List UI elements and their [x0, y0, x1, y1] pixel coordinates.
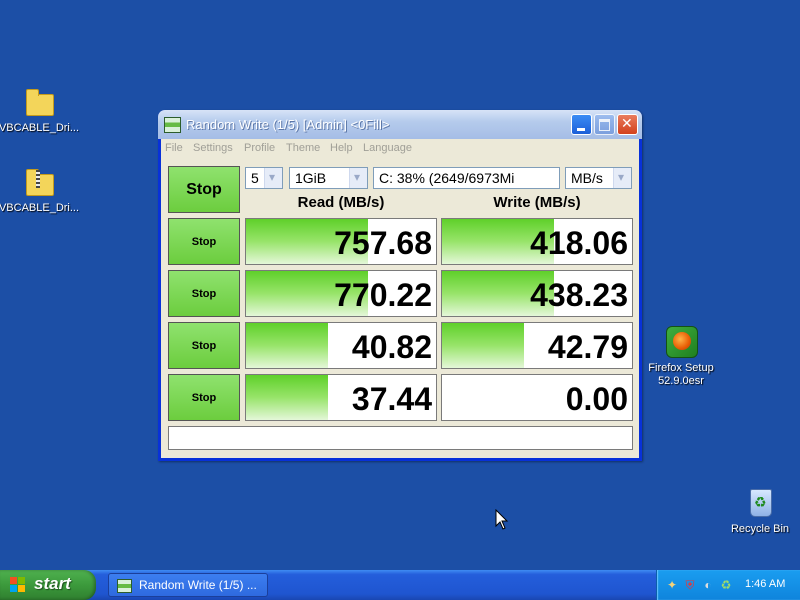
taskbar: start Random Write (1/5) ... ✦ ⛨ ◐ ♻ 1:4…	[0, 570, 800, 600]
read-meter-row-2: 770.22	[245, 270, 437, 317]
read-value: 757.68	[334, 225, 432, 261]
start-button[interactable]: start	[0, 570, 96, 600]
menu-profile[interactable]: Profile	[244, 142, 275, 154]
maximize-button	[594, 114, 615, 135]
app-icon[interactable]	[164, 117, 181, 133]
menu-settings[interactable]: Settings	[193, 142, 233, 154]
unit-select[interactable]: MB/s	[565, 167, 632, 189]
write-value: 418.06	[530, 225, 628, 261]
menu-language[interactable]: Language	[363, 142, 412, 154]
desktop-icon-label: Firefox Setup	[648, 362, 714, 374]
read-meter-row-4: 37.44	[245, 374, 437, 421]
chevron-down-icon[interactable]	[264, 168, 282, 188]
tray-shield-icon[interactable]: ◐	[701, 578, 715, 592]
write-meter-row-2: 438.23	[441, 270, 633, 317]
write-value: 42.79	[547, 329, 628, 365]
read-value: 37.44	[351, 381, 432, 417]
desktop-icon-vbcable-folder[interactable]: VBCABLE_Dri...	[0, 86, 84, 135]
window-client: File Settings Profile Theme Help Languag…	[161, 139, 639, 458]
desktop-icon-vbcable-zip[interactable]: VBCABLE_Dri...	[0, 166, 84, 215]
test-count-select[interactable]: 5	[245, 167, 283, 189]
desktop-icon-label: VBCABLE_Dri...	[0, 202, 80, 214]
read-fill	[246, 323, 328, 368]
read-meter-row-1: 757.68	[245, 218, 437, 265]
drive-select[interactable]: C: 38% (2649/6973Mi	[373, 167, 560, 189]
menu-file[interactable]: File	[165, 142, 183, 154]
read-fill	[246, 375, 328, 420]
mouse-cursor-icon	[495, 509, 509, 530]
write-header: Write (MB/s)	[493, 194, 581, 211]
taskbar-item-label: Random Write (1/5) ...	[139, 578, 257, 592]
firefox-setup-icon	[665, 326, 698, 358]
desktop-icon-label: Recycle Bin	[730, 523, 790, 535]
taskbar-item-random-write[interactable]: Random Write (1/5) ...	[108, 573, 268, 597]
desktop-icon-label: VBCABLE_Dri...	[0, 122, 80, 134]
read-value: 770.22	[334, 277, 432, 313]
app-window: Random Write (1/5) [Admin] <0Fill> File …	[158, 110, 642, 461]
stop-button-row-3[interactable]: Stop	[168, 322, 240, 369]
read-value: 40.82	[351, 329, 432, 365]
menu-theme[interactable]: Theme	[286, 142, 320, 154]
stop-button-row-1[interactable]: Stop	[168, 218, 240, 265]
tray-network-icon[interactable]: ✦	[665, 578, 679, 592]
windows-logo-icon	[10, 577, 26, 593]
start-label: start	[34, 574, 71, 593]
test-count-value: 5	[251, 170, 259, 186]
chevron-down-icon[interactable]	[349, 168, 367, 188]
app-icon	[117, 579, 132, 593]
minimize-button[interactable]	[571, 114, 592, 135]
title-bar[interactable]: Random Write (1/5) [Admin] <0Fill>	[158, 110, 642, 139]
stop-all-button[interactable]: Stop	[168, 166, 240, 213]
read-header: Read (MB/s)	[297, 194, 385, 211]
tray-security-icon[interactable]: ⛨	[683, 578, 697, 592]
drive-value: C: 38% (2649/6973Mi	[379, 170, 515, 186]
desktop-icon-label-line2: 52.9.0esr	[658, 375, 704, 387]
system-tray: ✦ ⛨ ◐ ♻ 1:46 AM	[656, 570, 800, 600]
stop-button-row-2[interactable]: Stop	[168, 270, 240, 317]
recycle-bin-icon	[744, 487, 776, 519]
desktop-icon-firefox-setup[interactable]: Firefox Setup 52.9.0esr	[636, 326, 726, 388]
write-value: 438.23	[530, 277, 628, 313]
folder-icon	[23, 86, 55, 118]
clock[interactable]: 1:46 AM	[745, 578, 785, 590]
write-meter-row-1: 418.06	[441, 218, 633, 265]
chevron-down-icon[interactable]	[613, 168, 631, 188]
zip-folder-icon	[23, 166, 55, 198]
test-size-select[interactable]: 1GiB	[289, 167, 368, 189]
tray-safely-remove-icon[interactable]: ♻	[719, 578, 733, 592]
unit-value: MB/s	[571, 170, 603, 186]
write-meter-row-4: 0.00	[441, 374, 633, 421]
window-title: Random Write (1/5) [Admin] <0Fill>	[186, 117, 390, 132]
write-meter-row-3: 42.79	[441, 322, 633, 369]
close-button[interactable]	[617, 114, 638, 135]
read-meter-row-3: 40.82	[245, 322, 437, 369]
desktop-icon-recycle-bin[interactable]: Recycle Bin	[715, 487, 800, 536]
write-value: 0.00	[565, 381, 628, 417]
test-size-value: 1GiB	[295, 170, 327, 186]
write-fill	[442, 323, 524, 368]
stop-button-row-4[interactable]: Stop	[168, 374, 240, 421]
menu-help[interactable]: Help	[330, 142, 353, 154]
menu-bar: File Settings Profile Theme Help Languag…	[161, 139, 639, 158]
status-comment-box[interactable]	[168, 426, 633, 450]
